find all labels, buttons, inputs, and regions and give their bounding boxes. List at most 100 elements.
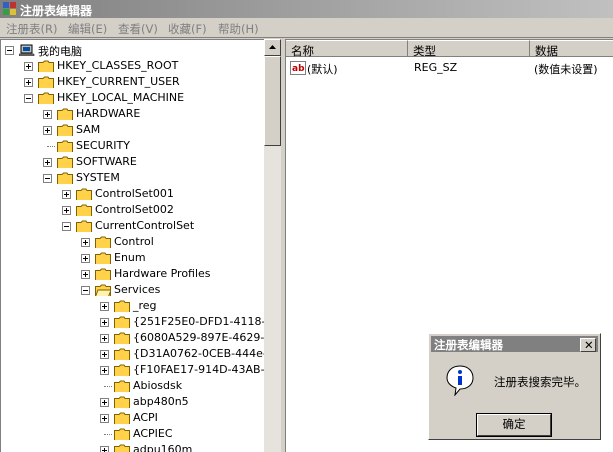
- dialog-title-bar: 注册表编辑器 ✕: [431, 336, 598, 352]
- folder-open-icon: [95, 284, 111, 296]
- value-type: REG_SZ: [414, 61, 458, 74]
- scroll-thumb[interactable]: [264, 56, 281, 146]
- expand-icon[interactable]: [100, 446, 109, 452]
- column-type[interactable]: 类型: [408, 40, 530, 58]
- collapse-icon[interactable]: [5, 46, 14, 55]
- tree-item-label: {6080A529-897E-4629-A4: [133, 331, 265, 344]
- folder-icon: [57, 140, 73, 152]
- tree-item-label: Abiosdsk: [133, 379, 183, 392]
- folder-icon: [114, 444, 130, 452]
- menu-bar: 注册表(R) 编辑(E) 查看(V) 收藏(F) 帮助(H): [0, 18, 613, 37]
- info-icon: [446, 365, 474, 396]
- tree-item-label: SAM: [76, 123, 101, 136]
- folder-icon: [76, 204, 92, 216]
- list-item[interactable]: ab (默认) REG_SZ (数值未设置): [290, 60, 610, 76]
- folder-icon: [57, 172, 73, 184]
- tree-item-label: {D31A0762-0CEB-444e-AC: [133, 347, 265, 360]
- menu-edit[interactable]: 编辑(E): [68, 21, 107, 37]
- folder-icon: [38, 60, 54, 72]
- column-name[interactable]: 名称: [286, 40, 408, 58]
- value-data: (数值未设置): [534, 63, 598, 76]
- menu-favorites[interactable]: 收藏(F): [168, 21, 207, 37]
- tree-connector: [104, 434, 112, 435]
- dialog-message: 注册表搜索完毕。: [494, 375, 586, 389]
- tree-item-label: adpu160m: [133, 443, 193, 452]
- expand-icon[interactable]: [43, 110, 52, 119]
- expand-icon[interactable]: [100, 334, 109, 343]
- svg-text:ab: ab: [292, 64, 305, 74]
- close-button[interactable]: ✕: [580, 338, 596, 352]
- expand-icon[interactable]: [62, 206, 71, 215]
- expand-icon[interactable]: [43, 126, 52, 135]
- scroll-up-button[interactable]: [264, 39, 281, 56]
- ok-button[interactable]: 确定: [476, 413, 552, 437]
- folder-icon: [114, 428, 130, 440]
- folder-icon: [114, 364, 130, 376]
- tree-item-label: {F10FAE17-914D-43AB-91: [133, 363, 265, 376]
- title-bar: 注册表编辑器: [0, 0, 613, 18]
- search-complete-dialog: 注册表编辑器 ✕ 注册表搜索完毕。 确定: [428, 333, 601, 440]
- computer-icon: [19, 44, 35, 56]
- close-icon: ✕: [584, 338, 594, 352]
- folder-icon: [95, 236, 111, 248]
- tree-item-label: _reg: [133, 299, 157, 312]
- expand-icon[interactable]: [100, 350, 109, 359]
- expand-icon[interactable]: [24, 62, 33, 71]
- expand-icon[interactable]: [81, 238, 90, 247]
- folder-icon: [95, 252, 111, 264]
- tree-item-label: HKEY_LOCAL_MACHINE: [57, 91, 185, 104]
- folder-icon: [57, 124, 73, 136]
- tree-scrollbar[interactable]: [264, 39, 281, 452]
- tree-item-label: Control: [114, 235, 154, 248]
- folder-icon: [38, 92, 54, 104]
- collapse-icon[interactable]: [43, 174, 52, 183]
- expand-icon[interactable]: [100, 414, 109, 423]
- window-title: 注册表编辑器: [20, 4, 93, 18]
- menu-view[interactable]: 查看(V): [118, 21, 158, 37]
- expand-icon[interactable]: [81, 270, 90, 279]
- expand-icon[interactable]: [100, 398, 109, 407]
- expand-icon[interactable]: [43, 158, 52, 167]
- expand-icon[interactable]: [81, 254, 90, 263]
- collapse-icon[interactable]: [81, 286, 90, 295]
- tree-item-label: Services: [114, 283, 161, 296]
- expand-icon[interactable]: [100, 302, 109, 311]
- tree-item-label: SECURITY: [76, 139, 130, 152]
- string-value-icon: ab: [290, 61, 306, 75]
- expand-icon[interactable]: [100, 366, 109, 375]
- column-data[interactable]: 数据: [530, 40, 613, 58]
- folder-icon: [114, 316, 130, 328]
- menu-help[interactable]: 帮助(H): [218, 21, 259, 37]
- folder-icon: [114, 412, 130, 424]
- menu-registry[interactable]: 注册表(R): [6, 21, 57, 37]
- folder-icon: [114, 396, 130, 408]
- tree-item-label: abp480n5: [133, 395, 189, 408]
- tree-item-label: SYSTEM: [76, 171, 120, 184]
- arrow-up-icon: [269, 45, 276, 49]
- tree-item-label: ControlSet001: [95, 187, 174, 200]
- registry-tree[interactable]: 我的电脑 HKEY_CLASSES_ROOT HKEY_CURRENT_USER HK…: [0, 39, 265, 452]
- folder-icon: [114, 348, 130, 360]
- tree-item-label: {251F25E0-DFD1-4118-A2: [133, 315, 265, 328]
- tree-item-label: ControlSet002: [95, 203, 174, 216]
- expand-icon[interactable]: [62, 190, 71, 199]
- folder-icon: [114, 300, 130, 312]
- collapse-icon[interactable]: [62, 222, 71, 231]
- folder-icon: [57, 156, 73, 168]
- folder-icon: [95, 268, 111, 280]
- tree-item-label: HKEY_CLASSES_ROOT: [57, 59, 179, 72]
- regedit-icon: [3, 2, 16, 15]
- collapse-icon[interactable]: [24, 94, 33, 103]
- folder-icon: [76, 188, 92, 200]
- tree-item-label: HARDWARE: [76, 107, 141, 120]
- tree-connector: [104, 386, 112, 387]
- folder-icon: [57, 108, 73, 120]
- tree-item-label: 我的电脑: [38, 45, 82, 58]
- expand-icon[interactable]: [24, 78, 33, 87]
- folder-icon: [114, 332, 130, 344]
- expand-icon[interactable]: [100, 318, 109, 327]
- folder-icon: [38, 76, 54, 88]
- tree-item-label: ACPI: [133, 411, 158, 424]
- folder-icon: [114, 380, 130, 392]
- value-name: (默认): [307, 63, 338, 76]
